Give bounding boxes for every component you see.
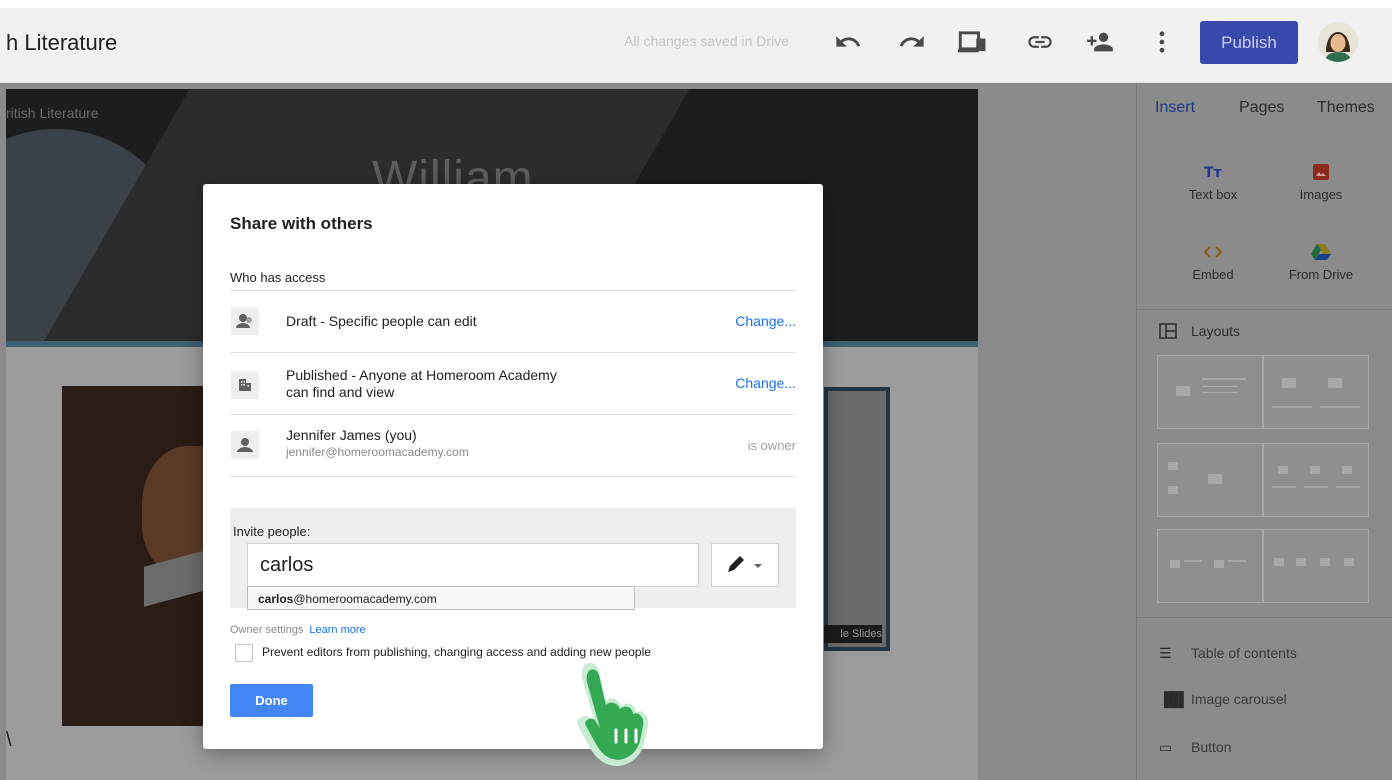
owner-settings: Owner settings Learn more: [230, 624, 366, 636]
user-avatar-icon: [1318, 22, 1358, 62]
learn-more-link[interactable]: Learn more: [309, 624, 365, 636]
domain-building-icon: [231, 371, 259, 399]
autocomplete-suggestion[interactable]: carlos@homeroomacademy.com: [247, 586, 635, 610]
button-icon: ▭: [1159, 739, 1173, 755]
change-published-access-link[interactable]: Change...: [735, 375, 796, 391]
pointer-hand-icon: [577, 662, 649, 766]
top-strip: [0, 0, 1392, 8]
panel-divider: [1137, 309, 1392, 310]
permission-dropdown-button[interactable]: [711, 543, 779, 587]
layout-option-3[interactable]: [1157, 443, 1263, 517]
insert-text-box[interactable]: Tт Text box: [1163, 163, 1263, 202]
who-has-access-heading: Who has access: [230, 270, 326, 285]
document-title[interactable]: h Literature: [6, 30, 117, 56]
owner-info: Jennifer James (you) jennifer@homeroomac…: [286, 427, 469, 461]
invite-people-label: Invite people:: [233, 524, 311, 539]
more-vert-icon[interactable]: [1148, 28, 1176, 56]
layout-option-5[interactable]: [1157, 529, 1263, 603]
done-button[interactable]: Done: [230, 684, 313, 717]
pencil-icon: [728, 556, 762, 572]
tab-pages[interactable]: Pages: [1239, 99, 1284, 117]
layout-option-2[interactable]: [1263, 355, 1369, 429]
owner-status: is owner: [747, 438, 796, 453]
svg-text:Tт: Tт: [1204, 165, 1223, 181]
divider: [230, 414, 796, 415]
divider: [230, 290, 796, 291]
panel-item-image-carousel[interactable]: ▐█▌ Image carousel: [1159, 691, 1287, 707]
published-access-line1: Published - Anyone at Homeroom Academy: [286, 367, 557, 383]
person-icon: [231, 431, 259, 459]
suggestion-rest: @homeroomacademy.com: [293, 592, 437, 606]
layouts-icon: [1159, 323, 1177, 339]
draft-access-text: Draft - Specific people can edit: [286, 313, 477, 329]
change-draft-access-link[interactable]: Change...: [735, 313, 796, 329]
save-status: All changes saved in Drive: [624, 33, 789, 49]
panel-tabs: Insert Pages Themes: [1137, 83, 1392, 133]
insert-from-drive-label: From Drive: [1288, 267, 1354, 282]
divider: [230, 352, 796, 353]
portrait-image[interactable]: [62, 386, 242, 726]
insert-from-drive[interactable]: From Drive: [1271, 243, 1371, 282]
tab-insert[interactable]: Insert: [1155, 99, 1195, 117]
button-label: Button: [1191, 739, 1232, 755]
share-dialog: Share with others Who has access Draft -…: [203, 184, 823, 749]
slides-embed-thumbnail[interactable]: [824, 387, 890, 651]
slides-embed-label: le Slides: [824, 625, 882, 643]
page-edge-text: \: [6, 729, 12, 751]
preview-devices-icon[interactable]: [958, 28, 990, 56]
insert-embed[interactable]: Embed: [1163, 243, 1263, 282]
redo-icon[interactable]: [898, 28, 926, 56]
people-icon: [231, 307, 259, 335]
layouts-label: Layouts: [1191, 323, 1241, 339]
layout-option-4[interactable]: [1263, 443, 1369, 517]
undo-icon[interactable]: [834, 28, 862, 56]
text-box-icon: Tт: [1204, 165, 1223, 181]
site-name: ritish Literature: [6, 105, 99, 121]
image-carousel-label: Image carousel: [1191, 691, 1287, 707]
panel-divider-2: [1137, 617, 1392, 618]
insert-embed-label: Embed: [1192, 267, 1234, 282]
table-of-contents-label: Table of contents: [1191, 645, 1297, 661]
embed-code-icon: [1203, 246, 1223, 258]
top-bar: h Literature All changes saved in Drive …: [0, 0, 1392, 83]
owner-email: jennifer@homeroomacademy.com: [286, 445, 469, 459]
right-panel: Insert Pages Themes Tт Text box Images E…: [1136, 83, 1392, 780]
owner-name: Jennifer James (you): [286, 427, 417, 443]
layouts-header[interactable]: Layouts: [1159, 323, 1240, 339]
list-icon: ☰: [1159, 645, 1172, 661]
link-icon[interactable]: [1026, 28, 1054, 56]
carousel-icon: ▐█▌: [1159, 691, 1189, 707]
insert-images[interactable]: Images: [1271, 163, 1371, 202]
insert-images-label: Images: [1299, 187, 1343, 202]
tab-themes[interactable]: Themes: [1317, 99, 1375, 117]
panel-item-table-of-contents[interactable]: ☰ Table of contents: [1159, 645, 1297, 662]
layout-option-6[interactable]: [1263, 529, 1369, 603]
prevent-editors-checkbox[interactable]: [235, 644, 253, 662]
publish-button[interactable]: Publish: [1200, 21, 1298, 64]
layout-option-1[interactable]: [1157, 355, 1263, 429]
suggestion-match: carlos: [258, 592, 294, 606]
owner-settings-label: Owner settings: [230, 624, 304, 636]
panel-item-button[interactable]: ▭ Button: [1159, 739, 1231, 756]
published-access-line2: can find and view: [286, 384, 395, 400]
published-access-text: Published - Anyone at Homeroom Academy c…: [286, 367, 557, 401]
divider: [230, 476, 796, 477]
add-person-icon[interactable]: [1086, 28, 1114, 56]
invite-people-input[interactable]: [247, 543, 699, 587]
drive-icon: [1311, 244, 1331, 260]
images-icon: [1313, 164, 1329, 180]
insert-text-box-label: Text box: [1188, 187, 1238, 202]
dialog-title: Share with others: [230, 214, 373, 233]
avatar[interactable]: [1318, 22, 1358, 62]
